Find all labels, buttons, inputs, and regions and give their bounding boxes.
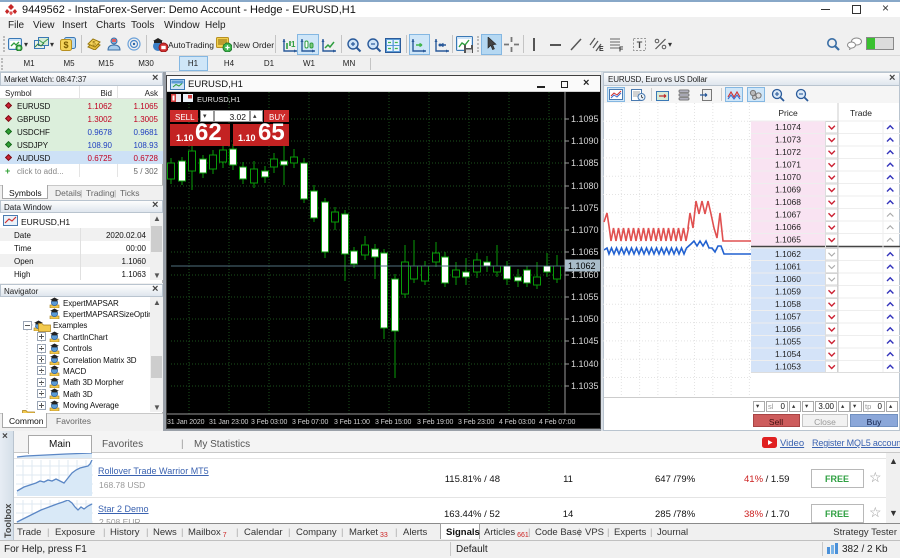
svg-text:1.1070: 1.1070: [571, 225, 599, 235]
svg-text:1.1072: 1.1072: [775, 147, 801, 157]
svg-text:T: T: [637, 40, 643, 50]
svg-text:F: F: [619, 47, 624, 53]
svg-text:1.1060: 1.1060: [775, 274, 801, 284]
svg-text:3 Feb 11:00: 3 Feb 11:00: [334, 419, 370, 426]
svg-text:1.1085: 1.1085: [571, 158, 599, 168]
svg-text:1.1065: 1.1065: [775, 235, 801, 245]
svg-text:1.1057: 1.1057: [775, 312, 801, 322]
svg-text:1.1066: 1.1066: [775, 222, 801, 232]
svg-text:4 Feb 03:00: 4 Feb 03:00: [499, 419, 535, 426]
svg-text:1.1080: 1.1080: [571, 181, 599, 191]
svg-text:1.1075: 1.1075: [571, 203, 599, 213]
svg-text:3 Feb 07:00: 3 Feb 07:00: [292, 419, 328, 426]
svg-text:31 Jan 23:00: 31 Jan 23:00: [209, 419, 248, 426]
svg-text:3 Feb 03:00: 3 Feb 03:00: [251, 419, 287, 426]
svg-text:1.1065: 1.1065: [571, 247, 599, 257]
svg-text:1.1062: 1.1062: [568, 261, 596, 271]
svg-text:1.1055: 1.1055: [571, 292, 599, 302]
svg-text:1.1045: 1.1045: [571, 336, 599, 346]
svg-text:1.1090: 1.1090: [571, 136, 599, 146]
svg-text:3 Feb 19:00: 3 Feb 19:00: [417, 419, 453, 426]
svg-text:1.1053: 1.1053: [775, 362, 801, 372]
svg-text:1.1040: 1.1040: [571, 359, 599, 369]
svg-text:1.1062: 1.1062: [775, 249, 801, 259]
svg-text:1.1068: 1.1068: [775, 197, 801, 207]
svg-text:1.1058: 1.1058: [775, 299, 801, 309]
svg-text:3 Feb 23:00: 3 Feb 23:00: [458, 419, 494, 426]
svg-text:1.1071: 1.1071: [775, 160, 801, 170]
svg-text:1.1035: 1.1035: [571, 381, 599, 391]
svg-text:E: E: [599, 46, 604, 52]
svg-text:1.1073: 1.1073: [775, 135, 801, 145]
svg-text:$: $: [63, 40, 68, 50]
svg-text:1.1067: 1.1067: [775, 210, 801, 220]
svg-text:1.1061: 1.1061: [775, 262, 801, 272]
svg-text:1.1050: 1.1050: [571, 314, 599, 324]
svg-text:1.1054: 1.1054: [775, 349, 801, 359]
svg-text:4 Feb 07:00: 4 Feb 07:00: [539, 419, 575, 426]
svg-text:1.1056: 1.1056: [775, 324, 801, 334]
svg-text:31 Jan 2020: 31 Jan 2020: [167, 419, 205, 426]
svg-text:1.1070: 1.1070: [775, 172, 801, 182]
svg-text:1.1074: 1.1074: [775, 122, 801, 132]
svg-text:1: 1: [291, 40, 296, 49]
svg-text:1.1069: 1.1069: [775, 185, 801, 195]
svg-text:1.1095: 1.1095: [571, 114, 599, 124]
svg-text:3 Feb 15:00: 3 Feb 15:00: [375, 419, 411, 426]
svg-text:1.1059: 1.1059: [775, 287, 801, 297]
svg-text:1.1055: 1.1055: [775, 337, 801, 347]
